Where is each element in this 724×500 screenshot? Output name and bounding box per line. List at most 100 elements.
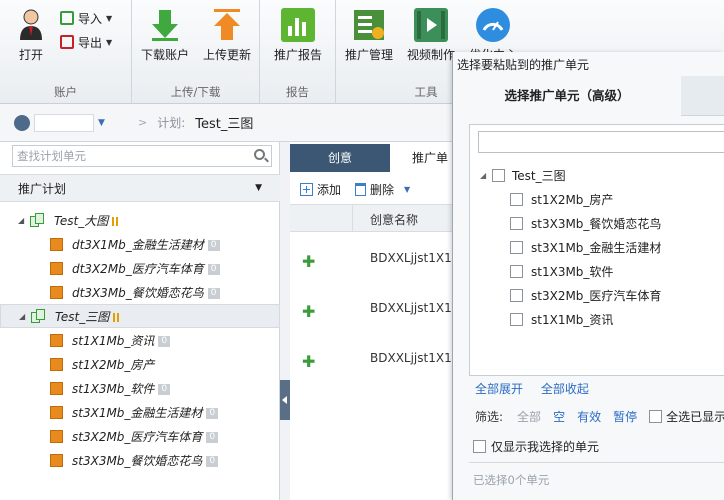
collapse-all-link[interactable]: 全部收起 <box>541 382 589 396</box>
ribbon-group-upload-download: 下载账户 上传更新 上传/下载 <box>132 0 260 104</box>
expand-arrow-icon[interactable]: ◢ <box>480 171 486 180</box>
search-icon[interactable] <box>254 149 265 160</box>
tree-plan-row[interactable]: ◢ Test_大图 <box>0 208 280 232</box>
plan-search-input[interactable] <box>13 146 243 166</box>
unit-checkbox[interactable] <box>510 240 523 254</box>
table-row[interactable]: ✚ BDXXLjjst1X1M <box>290 334 452 384</box>
unit-name: st1X3Mb_软件 <box>72 381 155 396</box>
select-all-checkbox[interactable] <box>649 410 663 423</box>
chevron-down-icon[interactable]: ▼ <box>404 185 410 194</box>
expand-plus-icon[interactable]: ✚ <box>302 252 315 271</box>
download-account-button[interactable]: 下载账户 <box>134 6 196 63</box>
plan-name: Test_大图 <box>54 212 119 229</box>
dialog-unit-row[interactable]: st3X3Mb_餐饮婚恋花鸟 <box>470 211 724 235</box>
table-row[interactable]: ✚ BDXXLjjst1X1M <box>290 284 452 334</box>
tree-unit-row[interactable]: st3X2Mb_医疗汽车体育 0 <box>0 424 280 448</box>
plan-search-box <box>12 145 272 167</box>
promotion-report-button[interactable]: 推广报告 <box>267 6 329 63</box>
unit-count-badge: 0 <box>158 383 171 395</box>
center-tabs: 创意 推广单 <box>290 144 470 172</box>
tree-unit-row[interactable]: st1X1Mb_资讯 0 <box>0 328 280 352</box>
table-row[interactable]: ✚ BDXXLjjst1X1M <box>290 234 452 284</box>
unit-icon <box>50 453 63 467</box>
creative-panel: 创意 推广单 添加 删除 ▼ 创意名称 ✚ BDXXLjjst1X1M ✚ BD… <box>290 142 470 500</box>
dialog-unit-row[interactable]: st3X2Mb_医疗汽车体育 <box>470 283 724 307</box>
export-button[interactable]: 导出 ▼ <box>60 32 112 52</box>
import-button[interactable]: 导入 ▼ <box>60 8 112 28</box>
report-chart-icon <box>281 8 315 42</box>
tree-unit-row[interactable]: dt3X1Mb_金融生活建材 0 <box>0 232 280 256</box>
dialog-search-input[interactable] <box>479 132 719 152</box>
unit-checkbox[interactable] <box>510 216 523 230</box>
plan-list-header[interactable]: 推广计划 ▼ <box>0 174 280 202</box>
plan-name: Test_三图 <box>55 308 120 325</box>
only-selected-option: 仅显示我选择的单元 <box>473 438 599 455</box>
chevron-down-icon: ▼ <box>98 117 105 128</box>
unit-selection-list: ◢ Test_三图 st1X2Mb_房产 st3X3Mb_餐饮婚恋花鸟 st3X… <box>469 124 724 376</box>
dialog-title: 选择要粘贴到的推广单元 <box>457 58 590 72</box>
unit-name: st3X3Mb_餐饮婚恋花鸟 <box>72 453 203 468</box>
unit-count-badge: 0 <box>206 431 219 443</box>
group-label-report: 报告 <box>286 85 309 99</box>
account-name-field <box>34 113 94 132</box>
dialog-search-box <box>478 131 724 153</box>
dialog-tabs: 选择推广单元（高级） <box>453 76 724 116</box>
tree-plan-row-selected[interactable]: ◢ Test_三图 <box>0 304 280 328</box>
chevron-down-icon: ▼ <box>106 13 113 23</box>
ribbon-group-account: 打开 导入 ▼ 导出 ▼ 账户 <box>0 0 132 104</box>
add-button[interactable]: 添加 <box>317 181 341 198</box>
tab-creative[interactable]: 创意 <box>290 144 390 172</box>
filter-empty[interactable]: 空 <box>553 408 565 425</box>
account-selector[interactable]: ▼ <box>14 112 114 134</box>
tree-unit-row[interactable]: st3X1Mb_金融生活建材 0 <box>0 400 280 424</box>
dialog-unit-row[interactable]: st1X2Mb_房产 <box>470 187 724 211</box>
expand-arrow-icon[interactable]: ◢ <box>19 312 25 321</box>
chevron-down-icon: ▼ <box>106 37 113 47</box>
only-selected-label: 仅显示我选择的单元 <box>491 440 600 454</box>
unit-checkbox[interactable] <box>510 264 523 278</box>
plan-icon <box>31 309 47 323</box>
plan-checkbox[interactable] <box>492 168 505 182</box>
collapse-panel-handle[interactable] <box>280 380 290 420</box>
expand-plus-icon[interactable]: ✚ <box>302 352 315 371</box>
tree-unit-row[interactable]: dt3X2Mb_医疗汽车体育 0 <box>0 256 280 280</box>
filter-all[interactable]: 全部 <box>517 408 541 425</box>
unit-checkbox[interactable] <box>510 192 523 206</box>
export-icon <box>60 35 74 49</box>
pause-icon <box>113 312 120 322</box>
filter-paused[interactable]: 暂停 <box>613 408 637 425</box>
unit-icon <box>50 381 63 395</box>
dialog-unit-row[interactable]: st1X1Mb_资讯 <box>470 307 724 331</box>
unit-icon <box>50 357 63 371</box>
promotion-manage-button[interactable]: 推广管理 <box>338 6 400 63</box>
tab-select-unit-advanced[interactable]: 选择推广单元（高级） <box>453 76 681 116</box>
unit-count-badge: 0 <box>207 287 220 299</box>
dialog-plan-row[interactable]: ◢ Test_三图 <box>470 163 724 187</box>
unit-icon <box>50 405 63 419</box>
import-icon <box>60 11 74 25</box>
filter-active[interactable]: 有效 <box>577 408 601 425</box>
tree-unit-row[interactable]: st1X2Mb_房产 <box>0 352 280 376</box>
expand-all-link[interactable]: 全部展开 <box>475 382 523 396</box>
unit-icon <box>50 261 63 275</box>
trash-icon <box>355 182 367 196</box>
only-selected-checkbox[interactable] <box>473 440 486 453</box>
tree-unit-row[interactable]: st3X3Mb_餐饮婚恋花鸟 0 <box>0 448 280 472</box>
pause-icon <box>112 216 119 226</box>
unit-checkbox[interactable] <box>510 288 523 302</box>
tree-unit-row[interactable]: st1X3Mb_软件 0 <box>0 376 280 400</box>
upload-update-button[interactable]: 上传更新 <box>196 6 258 63</box>
column-creative-name[interactable]: 创意名称 <box>370 211 418 228</box>
unit-checkbox[interactable] <box>510 312 523 326</box>
tree-unit-row[interactable]: dt3X3Mb_餐饮婚恋花鸟 0 <box>0 280 280 304</box>
breadcrumb-current-plan[interactable]: Test_三图 <box>195 113 253 132</box>
filter-row: 筛选: 全部 空 有效 暂停 全选已显示 <box>475 408 724 425</box>
dialog-unit-row[interactable]: st3X1Mb_金融生活建材 <box>470 235 724 259</box>
open-button[interactable]: 打开 <box>0 6 62 63</box>
expand-arrow-icon[interactable]: ◢ <box>18 216 24 225</box>
delete-button[interactable]: 删除 <box>370 181 394 198</box>
expand-plus-icon[interactable]: ✚ <box>302 302 315 321</box>
manage-icon <box>352 8 386 42</box>
unit-icon <box>50 429 63 443</box>
dialog-unit-row[interactable]: st1X3Mb_软件 <box>470 259 724 283</box>
